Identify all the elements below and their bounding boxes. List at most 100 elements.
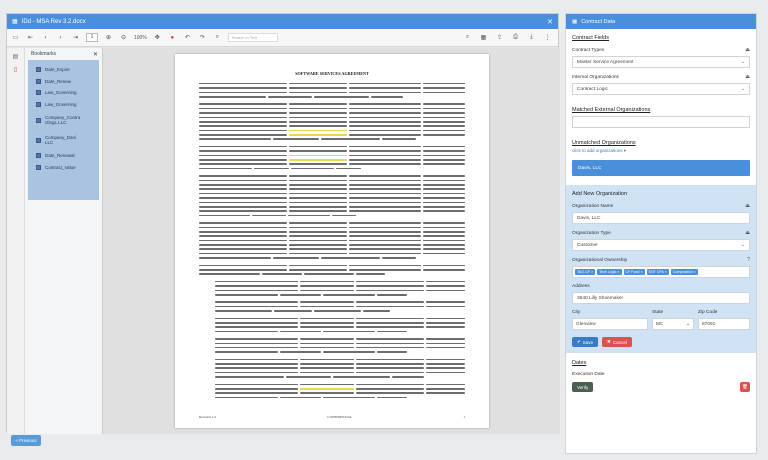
save-button[interactable]: ✔ Save — [572, 337, 599, 347]
save-icon: ✔ — [577, 339, 581, 344]
ownership-tag[interactable]: Composition × — [670, 269, 698, 275]
save-label: Save — [582, 339, 594, 345]
dates-section: Dates Execution Date Verify 🗑 — [572, 360, 750, 392]
bookmark-item[interactable]: Date_Renewal — [28, 150, 99, 162]
pan-icon[interactable]: ✥ — [153, 33, 162, 42]
search-icon[interactable]: ⌕ — [213, 33, 222, 42]
contract-data-panel: ▦ Contract Data Contract Fields Contract… — [565, 13, 757, 454]
document-paragraph — [199, 263, 465, 276]
contract-panel-title: Contract Data — [581, 18, 616, 25]
zip-group: Zip Code 87091 — [698, 310, 750, 330]
city-input[interactable]: Glenview — [572, 318, 648, 330]
bookmarks-header: Bookmarks ✕ — [25, 48, 102, 60]
matched-orgs-title: Matched External Organizations — [572, 107, 651, 113]
dates-actions: Verify 🗑 — [572, 382, 750, 392]
bookmark-field-icon[interactable]: ⏏ — [745, 74, 750, 80]
zoom-in-icon[interactable]: ⊕ — [104, 33, 113, 42]
sidebar-toggle-icon[interactable]: ▭ — [11, 33, 20, 42]
verify-button[interactable]: Verify — [572, 382, 594, 392]
ownership-tags-input[interactable]: TAG-CF × Tech Logic × CF Fund × ENT CPA … — [572, 266, 750, 278]
document-paragraph — [199, 174, 465, 218]
org-name-input[interactable]: Davis, LLC — [572, 212, 750, 224]
document-page[interactable]: SOFTWARE SERVICES AGREEMENT Revision 1.2… — [175, 54, 489, 428]
bookmark-item[interactable]: Date_Expire — [28, 64, 99, 76]
matched-orgs-field[interactable] — [572, 116, 750, 128]
viewer-toolbar: ▭ ⇤ ‹ › ⇥ 1 ⊕ ⊖ 100% ✥ ● ↶ ↷ ⌕ Search in… — [7, 29, 558, 47]
document-viewer: ▦ IDd - MSA Rev 3.2.docx ✕ ▭ ⇤ ‹ › ⇥ 1 ⊕… — [6, 13, 560, 434]
bookmark-icon — [36, 153, 41, 159]
bookmark-item[interactable]: Law_Governing — [28, 87, 99, 99]
footer-revision: Revision 1.2 — [199, 414, 217, 419]
zip-input[interactable]: 87091 — [698, 318, 750, 330]
bookmark-item[interactable]: Contract_Value — [28, 162, 99, 174]
print-icon[interactable]: ⎙ — [511, 33, 520, 42]
zoom-level[interactable]: 100% — [134, 35, 147, 41]
help-icon[interactable]: ? — [747, 257, 750, 263]
bookmark-icon — [36, 67, 41, 73]
add-organization-form: Add New Organization Organization Name ⏏… — [566, 185, 756, 353]
unmatched-org-item[interactable]: Davis, LLC — [572, 160, 750, 176]
next-page-icon[interactable]: › — [56, 33, 65, 42]
chevron-down-icon: ⌄ — [685, 321, 690, 327]
redo-icon[interactable]: ↷ — [198, 33, 207, 42]
document-paragraph — [199, 357, 465, 379]
last-page-icon[interactable]: ⇥ — [71, 33, 80, 42]
address-input[interactable]: 3640 Lilly Shoemaker — [572, 292, 750, 304]
chevron-down-icon: ⌄ — [740, 59, 745, 65]
state-value: MC — [656, 321, 664, 327]
contract-fields-title: Contract Fields — [572, 35, 609, 41]
bookmark-field-icon[interactable]: ⏏ — [745, 230, 750, 236]
close-bookmarks-icon[interactable]: ✕ — [93, 51, 98, 58]
export-icon[interactable]: ⇪ — [495, 33, 504, 42]
contract-types-value: Master Service Agreement — [577, 59, 634, 65]
annotation-panel-icon[interactable]: ▯ — [12, 67, 19, 74]
ownership-tag[interactable]: CF Fund × — [623, 269, 645, 275]
bookmark-label: Date_Renewal — [45, 153, 75, 159]
delete-button[interactable]: 🗑 — [740, 382, 750, 392]
previous-button[interactable]: « Previous — [11, 435, 41, 446]
document-canvas[interactable]: SOFTWARE SERVICES AGREEMENT Revision 1.2… — [103, 48, 560, 434]
bookmark-label: Date_Expire — [45, 67, 70, 73]
contract-types-label: Contract Types — [572, 47, 605, 53]
org-type-label-row: Organization Type ⏏ — [572, 230, 750, 236]
bookmark-field-icon[interactable]: ⏏ — [745, 203, 750, 209]
undo-icon[interactable]: ↶ — [183, 33, 192, 42]
contract-types-select[interactable]: Master Service Agreement ⌄ — [572, 56, 750, 68]
bookmark-item[interactable]: Company_Dani LLC — [28, 130, 99, 150]
download-icon[interactable]: ⤓ — [527, 33, 536, 42]
ownership-tag[interactable]: TAG-CF × — [575, 269, 596, 275]
internal-orgs-select[interactable]: Contract Logic ⌄ — [572, 83, 750, 95]
cancel-button[interactable]: ✖ Cancel — [602, 337, 632, 347]
zoom-out-icon[interactable]: ⊖ — [119, 33, 128, 42]
bookmark-icon — [36, 117, 41, 123]
prev-page-icon[interactable]: ‹ — [41, 33, 50, 42]
document-paragraph — [199, 300, 465, 313]
page-number-input[interactable]: 1 — [86, 33, 98, 42]
bookmark-panel-icon[interactable]: ▤ — [12, 54, 19, 61]
chevron-down-icon: ⌄ — [740, 242, 745, 248]
contract-types-label-row: Contract Types ⏏ — [572, 47, 750, 53]
highlight-icon[interactable]: ● — [168, 33, 177, 42]
state-select[interactable]: MC ⌄ — [652, 318, 694, 330]
bookmark-item[interactable]: Date_Renew — [28, 76, 99, 88]
add-organizations-link[interactable]: click to add organizations ▾ — [572, 148, 750, 154]
first-page-icon[interactable]: ⇤ — [26, 33, 35, 42]
text-search-input[interactable]: Search in Text — [227, 33, 278, 42]
org-type-select[interactable]: Customer ⌄ — [572, 239, 750, 251]
bookmark-icon — [36, 137, 41, 143]
grid-icon[interactable]: ▦ — [479, 33, 488, 42]
close-icon[interactable]: ✕ — [547, 18, 553, 26]
ownership-tag[interactable]: ENT CPA × — [646, 269, 669, 275]
ownership-tag[interactable]: Tech Logic × — [597, 269, 622, 275]
bookmark-item[interactable]: Company_Contra ctingL.LLC — [28, 110, 99, 130]
bookmark-field-icon[interactable]: ⏏ — [745, 47, 750, 53]
city-state-zip-row: City Glenview State MC ⌄ Zip Code 87091 — [572, 310, 750, 330]
trash-icon: 🗑 — [742, 384, 748, 389]
zip-label: Zip Code — [698, 310, 718, 315]
document-paragraph — [199, 102, 465, 142]
find-icon[interactable]: ⌕ — [463, 33, 472, 42]
document-title: SOFTWARE SERVICES AGREEMENT — [295, 71, 369, 76]
city-group: City Glenview — [572, 310, 648, 330]
more-icon[interactable]: ⋮ — [543, 33, 552, 42]
bookmark-item[interactable]: Law_Governing — [28, 99, 99, 111]
